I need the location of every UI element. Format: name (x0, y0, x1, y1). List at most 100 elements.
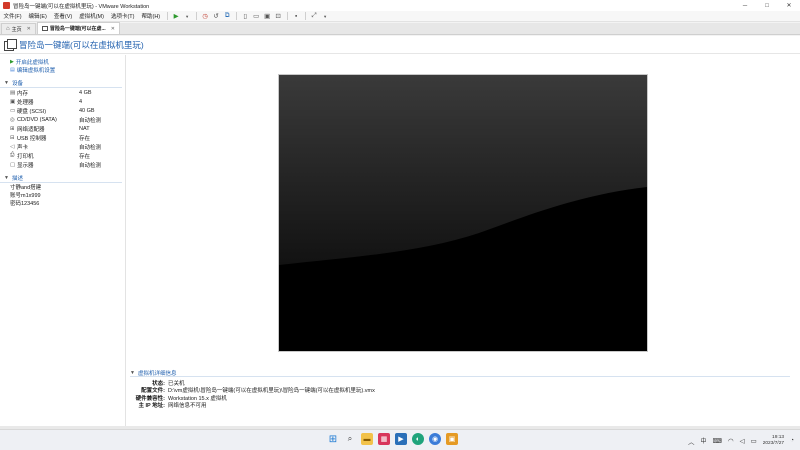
details-section-header[interactable]: ▼ 虚拟机详细信息 (130, 369, 790, 377)
ime-indicator[interactable]: 中 (700, 436, 706, 445)
vmware-app-icon (3, 2, 10, 9)
store-icon[interactable]: ▦ (378, 433, 390, 445)
vm-details: ▼ 虚拟机详细信息 状态: 已关机 配置文件: D:\vm虚拟机\冒险岛一键端(… (130, 369, 790, 425)
details-heading: 虚拟机详细信息 (137, 370, 177, 377)
toolbar-separator (195, 12, 197, 20)
chevron-down-icon: ▼ (130, 369, 135, 376)
close-icon[interactable]: ✕ (27, 26, 31, 32)
device-name: 内存 (17, 90, 29, 97)
device-row[interactable]: ▣ 处理器 4 (0, 97, 125, 106)
menu-help[interactable]: 帮助(H) (138, 12, 164, 20)
devices-section-header[interactable]: ▼ 设备 (0, 79, 122, 88)
stretch-icon[interactable]: ⤢ (310, 12, 319, 21)
view-icon[interactable]: ▯ (241, 12, 250, 21)
device-row[interactable]: ▤ 内存 4 GB (0, 88, 125, 97)
vmware-icon[interactable]: ▣ (446, 433, 458, 445)
volume-icon[interactable]: ◁ (740, 437, 745, 445)
file-explorer-icon[interactable]: ▬ (361, 433, 373, 445)
memory-icon: ▤ (10, 89, 16, 96)
snapshot-icon[interactable]: ◷ (201, 12, 210, 21)
vm-header: 冒险岛一键端(可以在虚拟机里玩) (0, 36, 800, 54)
minimize-button[interactable]: ─ (734, 0, 756, 11)
vm-screen-preview[interactable] (279, 75, 647, 351)
clock[interactable]: 19:13 2023/7/27 (763, 435, 784, 447)
tab-home-label: 主页 (11, 26, 22, 33)
vm-screen-graphic (279, 75, 647, 351)
search-icon[interactable]: ⌕ (344, 433, 356, 445)
menu-view[interactable]: 查看(V) (50, 12, 75, 20)
device-row[interactable]: ◁ 声卡 自动检测 (0, 142, 125, 151)
devices-heading: 设备 (11, 81, 23, 87)
description-section-header[interactable]: ▼ 描述 (0, 174, 122, 183)
device-row[interactable]: ⊟ USB 控制器 存在 (0, 133, 125, 142)
device-value: 40 GB (79, 107, 95, 114)
tab-vm[interactable]: 冒险岛一键端(可以在虚... ✕ (36, 22, 120, 34)
device-name: CD/DVD (SATA) (17, 116, 57, 123)
windows-start-icon[interactable]: ⊞ (327, 433, 339, 445)
notification-icon[interactable]: ◔ (790, 437, 794, 444)
description-line: 寸静and搭建 (10, 185, 42, 191)
taskbar: ⊞ ⌕ ▬ ▦ ▶ ◐ ◉ ▣ ︿ 中 ⌨ ◠ ◁ ▭ 19:13 2023/7… (0, 429, 800, 450)
tab-home[interactable]: ⌂ 主页 ✕ (1, 23, 36, 34)
tab-vm-label: 冒险岛一键端(可以在虚... (49, 26, 106, 32)
edge-icon[interactable]: ◐ (412, 433, 424, 445)
device-value: 存在 (79, 135, 91, 142)
keyboard-icon[interactable]: ⌨ (713, 437, 722, 445)
chrome-icon[interactable]: ◉ (429, 433, 441, 445)
fullscreen-icon[interactable]: ▭ (252, 12, 261, 21)
toolbar-separator (304, 12, 306, 20)
usb-icon: ⊟ (10, 134, 15, 141)
menu-vm[interactable]: 虚拟机(M) (76, 12, 108, 20)
device-row[interactable]: ⊞ 网络适配器 NAT (0, 124, 125, 133)
media-icon[interactable]: ▶ (395, 433, 407, 445)
device-name: 硬盘 (SCSI) (17, 108, 47, 115)
toolbar-separator (235, 12, 237, 20)
description-line: 密码123456 (10, 201, 40, 207)
chevron-down-icon: ▼ (4, 80, 9, 86)
power-on-link[interactable]: ▶ 开启此虚拟机 (0, 58, 125, 66)
device-value: 自动检测 (79, 117, 102, 124)
description-heading: 描述 (11, 176, 23, 182)
menu-file[interactable]: 文件(F) (0, 12, 25, 20)
menu-tabs[interactable]: 选项卡(T) (107, 12, 138, 20)
system-tray: ︿ 中 ⌨ ◠ ◁ ▭ 19:13 2023/7/27 ◔ (688, 432, 794, 449)
menu-bar: 文件(F) 编辑(E) 查看(V) 虚拟机(M) 选项卡(T) 帮助(H) ▶ … (0, 11, 800, 22)
snapshot-manager-icon[interactable]: ⧉ (223, 12, 232, 21)
close-icon[interactable]: ✕ (111, 26, 115, 32)
console-icon[interactable]: ⊡ (274, 12, 283, 21)
detail-row-ip: 主 IP 地址: 网络信息不可用 (130, 402, 790, 409)
device-row[interactable]: ▭ 硬盘 (SCSI) 40 GB (0, 106, 125, 115)
window-title: 冒险岛一键端(可以在虚拟机里玩) - VMware Workstation (13, 3, 150, 10)
device-row[interactable]: ◎ CD/DVD (SATA) 自动检测 (0, 115, 125, 124)
battery-icon[interactable]: ▭ (751, 437, 757, 445)
device-row[interactable]: ⎙ 打印机 存在 (0, 151, 125, 160)
wifi-icon[interactable]: ◠ (728, 437, 734, 445)
home-icon: ⌂ (6, 26, 10, 32)
chevron-down-icon[interactable]: ▼ (321, 12, 330, 21)
edit-settings-link[interactable]: ▤ 编辑虚拟机设置 (0, 66, 125, 74)
sound-icon: ◁ (10, 143, 15, 150)
vm-icon (4, 39, 17, 51)
device-value: NAT (79, 125, 90, 132)
power-on-label: 开启此虚拟机 (15, 60, 49, 66)
cpu-icon: ▣ (10, 98, 16, 105)
revert-snapshot-icon[interactable]: ↺ (212, 12, 221, 21)
chevron-up-icon[interactable]: ︿ (688, 436, 695, 446)
detail-row-config: 配置文件: D:\vm虚拟机\冒险岛一键端(可以在虚拟机里玩)\冒险岛一键端(可… (130, 387, 790, 394)
edit-icon: ▤ (10, 67, 15, 73)
terminal-icon[interactable]: ▪ (292, 12, 301, 21)
device-row[interactable]: ▢ 显示器 自动检测 (0, 160, 125, 169)
play-icon[interactable]: ▶ (172, 12, 181, 21)
display-icon: ▢ (10, 161, 16, 168)
close-button[interactable]: ✕ (778, 0, 800, 11)
left-panel: ▶ 开启此虚拟机 ▤ 编辑虚拟机设置 ▼ 设备 ▤ 内存 4 GB ▣ 处理器 4 ▭ 硬盘 … (0, 55, 126, 426)
unity-icon[interactable]: ▣ (263, 12, 272, 21)
maximize-button[interactable]: □ (756, 0, 778, 11)
device-name: 显示器 (17, 162, 34, 169)
device-value: 自动检测 (79, 144, 102, 151)
tab-bar: ⌂ 主页 ✕ 冒险岛一键端(可以在虚... ✕ (0, 22, 800, 35)
menu-edit[interactable]: 编辑(E) (25, 12, 50, 20)
toolbar-separator (166, 12, 168, 20)
chevron-down-icon[interactable]: ▼ (183, 12, 192, 21)
clock-date: 2023/7/27 (762, 440, 785, 446)
